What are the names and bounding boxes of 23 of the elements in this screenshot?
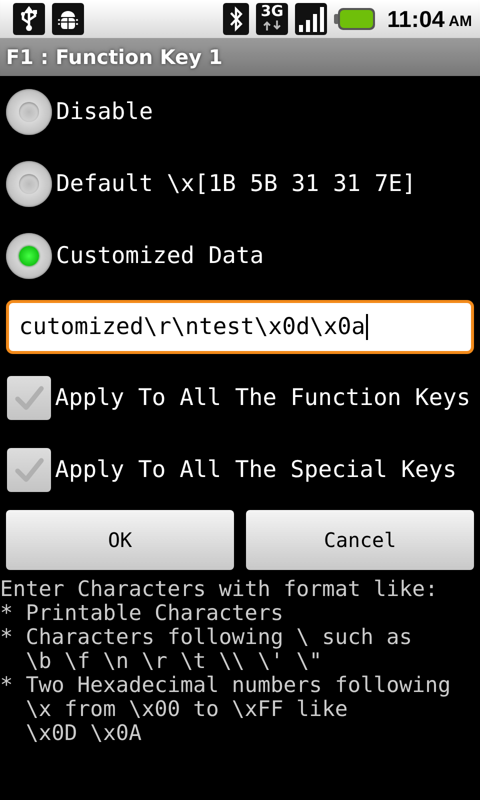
signal-icon: [295, 3, 328, 35]
radio-label: Disable: [56, 99, 153, 125]
dialog-button[interactable]: OK: [6, 510, 234, 570]
android-robot-icon: [52, 3, 84, 35]
usb-icon: [13, 3, 45, 35]
bluetooth-icon: [223, 3, 250, 35]
dialog-button[interactable]: Cancel: [246, 510, 474, 570]
checkbox[interactable]: [7, 448, 51, 492]
radio-button[interactable]: [6, 89, 52, 135]
clock-time: 11:04: [387, 6, 445, 32]
radio-label: Customized Data: [56, 243, 264, 269]
network-type-icon: 3G: [256, 3, 288, 35]
radio-button[interactable]: [6, 233, 52, 279]
radio-button[interactable]: [6, 161, 52, 207]
battery-icon: [334, 7, 376, 31]
checkbox[interactable]: [7, 376, 51, 420]
checkbox-label: Apply To All The Function Keys: [55, 385, 470, 411]
clock-meridiem: AM: [448, 12, 472, 30]
checkbox-label: Apply To All The Special Keys: [55, 457, 457, 483]
input-field[interactable]: cutomized\r\ntest\x0d\x0a: [6, 300, 474, 354]
dialog-title: F1 : Function Key 1: [6, 45, 222, 69]
help-text: Enter Characters with format like: * Printable Characters * Characters following \ such as \b \f \n \r \t \\ \' \" * Two Hexadecimal numbers following \x from \x00 to \xFF like \x0D \x0A: [0, 578, 452, 746]
radio-label: Default \x[1B 5B 31 31 7E]: [56, 171, 416, 197]
